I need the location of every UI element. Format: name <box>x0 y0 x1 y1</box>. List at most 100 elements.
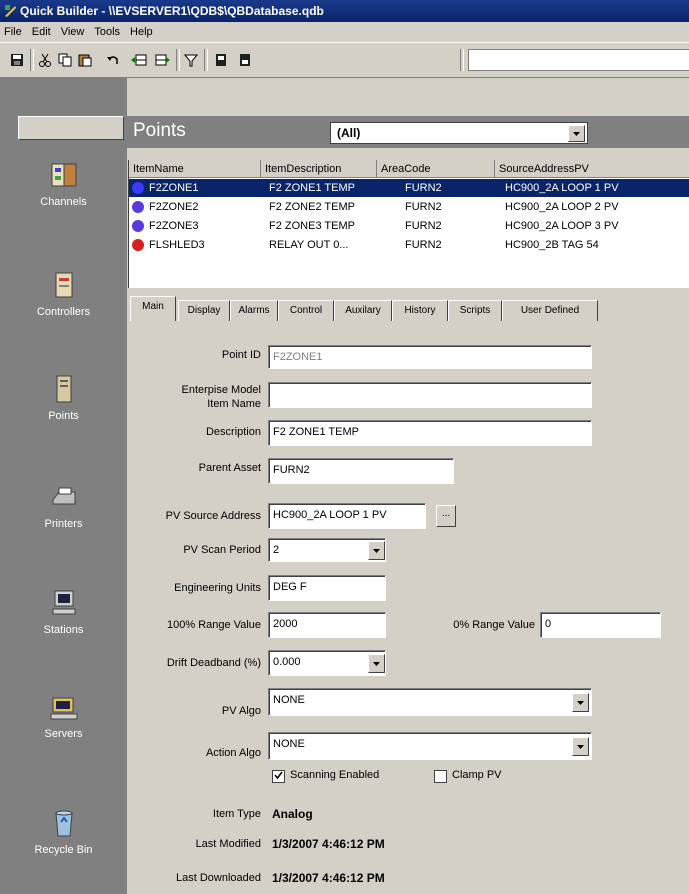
scanning-enabled-label: Scanning Enabled <box>290 769 380 781</box>
nav-item-label: Channels <box>40 196 87 208</box>
column-header-itemname[interactable]: ItemName <box>129 160 261 178</box>
area-filter-select[interactable]: (All) <box>330 122 588 144</box>
table-row[interactable]: F2ZONE1 F2 ZONE1 TEMP FURN2 HC900_2A LOO… <box>129 179 689 197</box>
last-modified-value: 1/3/2007 4:46:12 PM <box>272 837 385 851</box>
row-item-name: FLSHLED3 <box>149 239 205 251</box>
row-area-code: FURN2 <box>405 239 442 251</box>
row-item-name: F2ZONE2 <box>149 201 199 213</box>
save-icon <box>11 54 23 66</box>
filter-button[interactable] <box>182 51 200 69</box>
filter-value: (All) <box>337 126 361 140</box>
controller-icon <box>55 272 72 298</box>
menu-help[interactable]: Help <box>130 26 153 38</box>
tab-auxilary[interactable]: Auxilary <box>334 300 392 321</box>
menu-view[interactable]: View <box>61 26 85 38</box>
delete-row-button[interactable] <box>154 51 172 69</box>
enterprise-model-field[interactable] <box>268 382 592 408</box>
paste-button[interactable] <box>76 51 94 69</box>
menu-file[interactable]: File <box>4 26 22 38</box>
save-button[interactable] <box>8 51 26 69</box>
engineering-units-field[interactable]: DEG F <box>268 575 386 601</box>
nav-item-channels[interactable]: Channels <box>0 160 127 208</box>
point-status-icon <box>132 239 144 251</box>
row-source-address: HC900_2A LOOP 1 PV <box>505 182 619 194</box>
navigation-header <box>18 116 124 140</box>
delete-row-icon <box>155 54 170 66</box>
chevron-down-icon[interactable] <box>572 693 589 712</box>
upload-button[interactable] <box>236 51 254 69</box>
pv-algo-label: PV Algo <box>221 705 261 717</box>
table-row[interactable]: F2ZONE3 F2 ZONE3 TEMP FURN2 HC900_2A LOO… <box>129 217 689 235</box>
pv-source-address-field[interactable]: HC900_2A LOOP 1 PV <box>268 503 426 529</box>
points-header: Points (All) <box>127 116 689 148</box>
undo-icon <box>107 56 118 64</box>
column-header-itemdescription[interactable]: ItemDescription <box>261 160 377 178</box>
pv-algo-select[interactable]: NONE <box>268 688 592 716</box>
column-header-sourceaddresspv[interactable]: SourceAddressPV <box>495 160 689 178</box>
row-item-name: F2ZONE3 <box>149 220 199 232</box>
range-0-field[interactable]: 0 <box>540 612 661 638</box>
nav-item-label: Controllers <box>36 306 91 318</box>
page-title: Points <box>133 120 186 141</box>
nav-item-stations[interactable]: Stations <box>0 588 127 636</box>
engineering-units-label: Engineering Units <box>174 582 261 594</box>
parent-asset-label: Parent Asset <box>198 462 261 474</box>
action-algo-select[interactable]: NONE <box>268 732 592 760</box>
points-list: ItemName ItemDescription AreaCode Source… <box>128 160 689 288</box>
row-area-code: FURN2 <box>405 220 442 232</box>
server-icon <box>50 697 77 720</box>
browse-source-button[interactable]: ... <box>436 505 456 527</box>
last-downloaded-label: Last Downloaded <box>175 872 261 884</box>
menu-edit[interactable]: Edit <box>32 26 51 38</box>
tab-alarms[interactable]: Alarms <box>230 300 278 321</box>
pv-scan-period-label: PV Scan Period <box>183 544 261 556</box>
tab-control[interactable]: Control <box>278 300 334 321</box>
last-downloaded-value: 1/3/2007 4:46:12 PM <box>272 871 385 885</box>
tab-user-defined[interactable]: User Defined <box>502 300 598 321</box>
toolbar-search-input[interactable] <box>468 49 689 71</box>
scanning-enabled-checkbox[interactable] <box>272 770 285 783</box>
copy-button[interactable] <box>56 51 74 69</box>
chevron-down-icon[interactable] <box>572 737 589 756</box>
nav-item-label: Points <box>48 410 79 422</box>
undo-button[interactable] <box>104 51 122 69</box>
row-area-code: FURN2 <box>405 182 442 194</box>
chevron-down-icon[interactable] <box>368 541 385 560</box>
row-source-address: HC900_2B TAG 54 <box>505 239 599 251</box>
tab-scripts[interactable]: Scripts <box>448 300 502 321</box>
enterprise-model-label: Enterpise Model <box>181 384 262 396</box>
nav-item-points[interactable]: Points <box>0 374 127 422</box>
nav-item-servers[interactable]: Servers <box>0 692 127 740</box>
chevron-down-icon[interactable] <box>568 125 585 142</box>
table-row[interactable]: F2ZONE2 F2 ZONE2 TEMP FURN2 HC900_2A LOO… <box>129 198 689 216</box>
point-status-icon <box>132 182 144 194</box>
description-field[interactable]: F2 ZONE1 TEMP <box>268 420 592 446</box>
clamp-pv-checkbox[interactable] <box>434 770 447 783</box>
nav-item-label: Printers <box>44 518 83 530</box>
tab-display[interactable]: Display <box>178 300 230 321</box>
paste-icon <box>78 54 92 67</box>
cut-button[interactable] <box>36 51 54 69</box>
chevron-down-icon[interactable] <box>368 654 385 673</box>
tab-main[interactable]: Main <box>130 296 176 321</box>
row-item-description: F2 ZONE1 TEMP <box>269 182 355 194</box>
download-button[interactable] <box>212 51 230 69</box>
nav-item-recycle-bin[interactable]: Recycle Bin <box>0 808 127 856</box>
parent-asset-field[interactable]: FURN2 <box>268 458 454 484</box>
download-icon <box>216 54 226 66</box>
nav-item-printers[interactable]: Printers <box>0 482 127 530</box>
table-row[interactable]: FLSHLED3 RELAY OUT 0... FURN2 HC900_2B T… <box>129 236 689 254</box>
row-item-description: F2 ZONE2 TEMP <box>269 201 355 213</box>
column-header-areacode[interactable]: AreaCode <box>377 160 495 178</box>
menu-tools[interactable]: Tools <box>94 26 120 38</box>
nav-item-controllers[interactable]: Controllers <box>0 270 127 318</box>
range-100-field[interactable]: 2000 <box>268 612 386 638</box>
tab-history[interactable]: History <box>392 300 448 321</box>
toolbar-separator <box>30 49 34 71</box>
upload-icon <box>240 54 250 66</box>
recycle-bin-icon <box>54 810 73 837</box>
insert-row-button[interactable] <box>130 51 148 69</box>
check-icon <box>274 771 283 780</box>
point-id-field[interactable]: F2ZONE1 <box>268 345 592 369</box>
enterprise-item-name-label: Item Name <box>207 398 261 410</box>
